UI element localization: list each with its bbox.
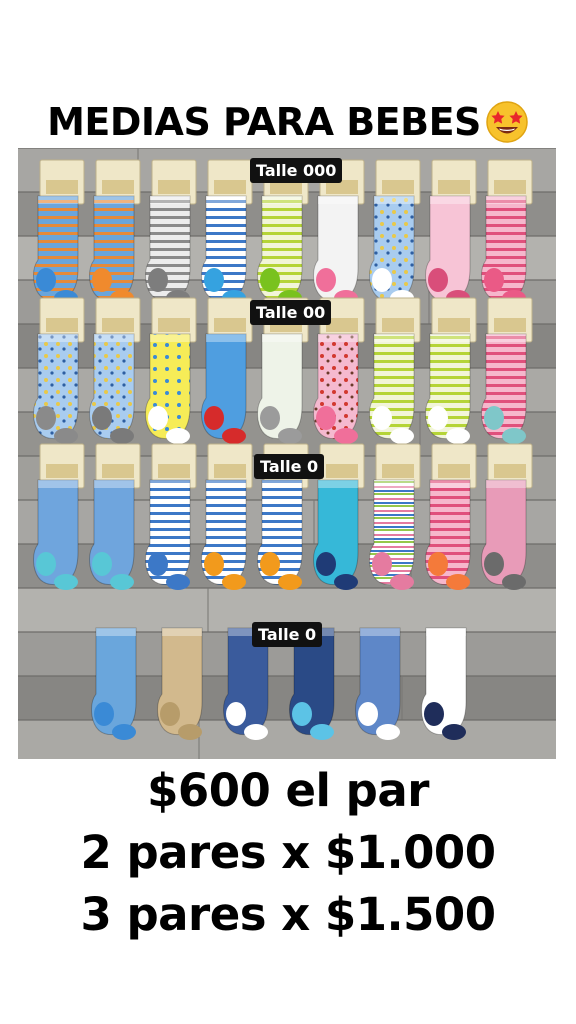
sock-item <box>355 627 401 740</box>
sock-item <box>369 159 421 306</box>
sock-item <box>481 159 533 306</box>
sock-item <box>481 297 533 444</box>
sock-item <box>201 297 253 444</box>
price-single: $600 el par <box>147 764 429 817</box>
sock-item <box>33 159 85 306</box>
sock-item <box>33 443 85 590</box>
sock-item <box>89 159 141 306</box>
sock-item <box>145 159 197 306</box>
size-badge-talle-0-upper: Talle 0 <box>254 454 325 479</box>
size-badge-talle-00: Talle 00 <box>250 300 332 325</box>
sock-item <box>421 627 467 740</box>
sock-item <box>201 443 253 590</box>
sock-item <box>91 627 137 740</box>
sock-item <box>201 159 253 306</box>
sock-item <box>157 627 203 740</box>
price-list: $600 el par 2 pares x $1.000 3 pares x $… <box>0 760 576 946</box>
sock-item <box>89 297 141 444</box>
sock-item <box>145 443 197 590</box>
sock-item <box>33 297 85 444</box>
sock-item <box>481 443 533 590</box>
sock-item <box>145 297 197 444</box>
sock-item <box>89 443 141 590</box>
socks-photo: Talle 000 Talle 00 Talle 0 Talle 0 <box>18 148 556 759</box>
star-struck-face-icon <box>486 101 528 143</box>
sock-item <box>369 443 421 590</box>
size-badge-talle-0-lower: Talle 0 <box>252 622 323 647</box>
sock-item <box>369 297 421 444</box>
size-badge-talle-000: Talle 000 <box>250 158 343 183</box>
page-title: MEDIAS PARA BEBES <box>0 96 576 148</box>
price-two-pairs: 2 pares x $1.000 <box>80 826 496 879</box>
sock-item <box>425 297 477 444</box>
price-three-pairs: 3 pares x $1.500 <box>80 888 496 941</box>
sock-item <box>425 159 477 306</box>
sock-item <box>425 443 477 590</box>
title-text: MEDIAS PARA BEBES <box>47 100 481 144</box>
